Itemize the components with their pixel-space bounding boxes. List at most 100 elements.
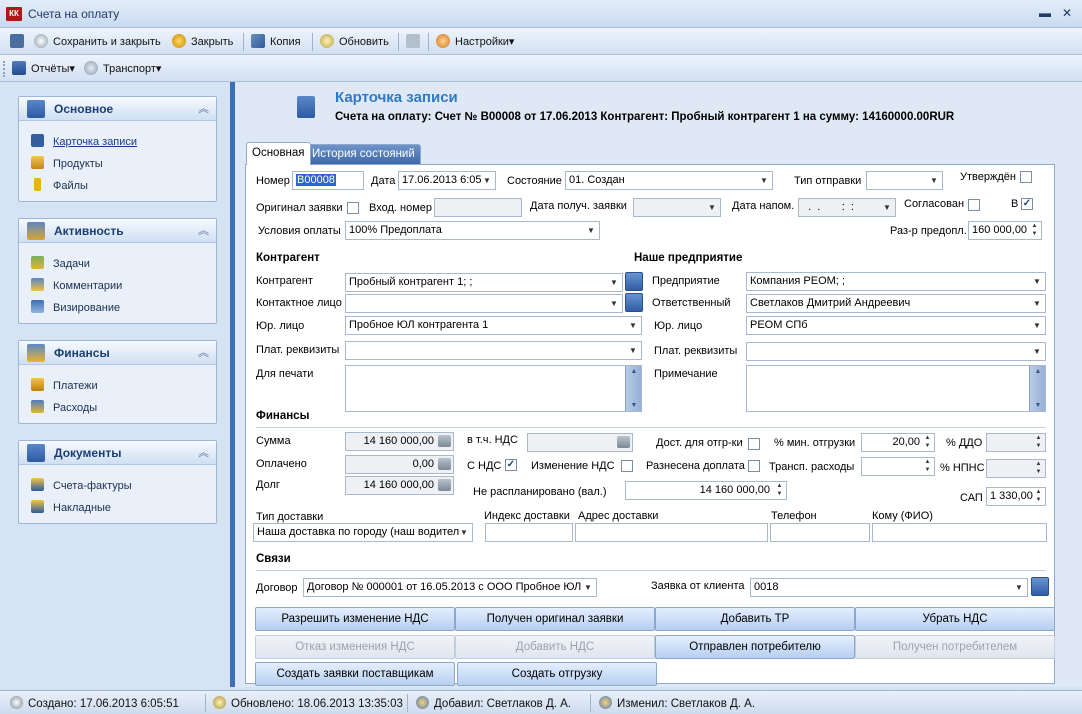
chevron-down-icon[interactable]: ▼ <box>881 199 893 216</box>
save-and-close-button[interactable]: Сохранить и закрыть <box>34 33 161 51</box>
chevron-down-icon[interactable]: ▼ <box>627 342 639 359</box>
save-disk-button[interactable] <box>10 33 29 51</box>
received-by-consumer-button[interactable]: Получен потребителем <box>855 635 1055 659</box>
chevron-down-icon[interactable]: ▼ <box>627 317 639 334</box>
nav-item-products[interactable]: Продукты <box>31 155 103 173</box>
spin-arrows-icon[interactable]: ▲ ▼ <box>1033 434 1044 450</box>
v-checkbox[interactable]: ✓ <box>1021 198 1033 210</box>
min-shipment-field[interactable]: 20,00 ▲ ▼ <box>861 433 935 452</box>
copy-button[interactable]: Копия <box>251 33 301 51</box>
nav-item-payments[interactable]: Платежи <box>31 377 98 395</box>
address-field[interactable] <box>575 523 768 542</box>
original-received-button[interactable]: Получен оригинал заявки <box>455 607 655 631</box>
chevron-down-icon[interactable]: ▼ <box>706 199 718 216</box>
vat-included-field[interactable] <box>527 433 633 452</box>
calculator-icon[interactable] <box>438 479 451 491</box>
phone-field[interactable] <box>770 523 870 542</box>
note-memo[interactable]: ▲ ▼ <box>746 365 1046 412</box>
sum-field[interactable]: 14 160 000,00 <box>345 432 454 451</box>
paid-field[interactable]: 0,00 <box>345 455 454 474</box>
client-request-select[interactable]: 0018 ▼ <box>750 578 1028 597</box>
payment-terms-select[interactable]: 100% Предоплата ▼ <box>345 221 600 240</box>
contact-select[interactable]: ▼ <box>345 294 623 313</box>
create-shipment-button[interactable]: Создать отгрузку <box>457 662 657 686</box>
ddo-field[interactable]: ▲ ▼ <box>986 433 1046 452</box>
create-supplier-requests-button[interactable]: Создать заявки поставщикам <box>255 662 455 686</box>
tab-main[interactable]: Основная <box>246 142 311 165</box>
nav-group-header[interactable]: Документы ︽ <box>19 441 216 465</box>
nav-item-approval[interactable]: Визирование <box>31 299 120 317</box>
responsible-select[interactable]: Светлаков Дмитрий Андреевич ▼ <box>746 294 1046 313</box>
spin-arrows-icon[interactable]: ▲ ▼ <box>1033 460 1044 476</box>
sent-to-consumer-button[interactable]: Отправлен потребителю <box>655 635 855 659</box>
with-vat-checkbox[interactable]: ✓ <box>505 459 517 471</box>
nav-item-record-card[interactable]: Карточка записи <box>31 133 137 151</box>
chevron-down-icon[interactable]: ▼ <box>608 295 620 312</box>
chevron-down-icon[interactable]: ▼ <box>758 172 770 189</box>
contact-lookup-button[interactable] <box>625 293 643 312</box>
collapse-chevron-icon[interactable]: ︽ <box>198 444 209 460</box>
client-request-lookup-button[interactable] <box>1031 577 1049 596</box>
calculator-icon[interactable] <box>617 436 630 448</box>
scrollbar[interactable]: ▲ ▼ <box>625 366 641 411</box>
contract-select[interactable]: Договор № 000001 от 16.05.2013 с ООО Про… <box>303 578 597 597</box>
ship-allowed-checkbox[interactable] <box>748 438 760 450</box>
chevron-down-icon[interactable]: ▼ <box>585 222 597 239</box>
chevron-down-icon[interactable]: ▼ <box>1031 273 1043 290</box>
spin-arrows-icon[interactable]: ▲ ▼ <box>922 458 933 474</box>
chevron-down-icon[interactable]: ▼ <box>458 524 470 541</box>
calculator-icon[interactable] <box>438 435 451 447</box>
close-record-button[interactable]: Закрыть <box>172 33 233 51</box>
reminder-date-field[interactable]: . . : : ▼ <box>798 198 896 217</box>
add-tr-button[interactable]: Добавить ТР <box>655 607 855 631</box>
add-vat-button[interactable]: Добавить НДС <box>455 635 655 659</box>
vat-change-checkbox[interactable] <box>621 460 633 472</box>
orig-request-checkbox[interactable] <box>347 202 359 214</box>
approved-checkbox[interactable] <box>1020 171 1032 183</box>
chevron-down-icon[interactable]: ▼ <box>481 172 493 189</box>
nav-item-invoices[interactable]: Счета-фактуры <box>31 477 132 495</box>
nav-group-header[interactable]: Основное ︽ <box>19 97 216 121</box>
chevron-down-icon[interactable]: ▼ <box>1031 317 1043 334</box>
spin-arrows-icon[interactable]: ▲ ▼ <box>1029 222 1040 238</box>
chevron-down-icon[interactable]: ▼ <box>1031 343 1043 360</box>
nav-item-comments[interactable]: Комментарии <box>31 277 122 295</box>
nav-item-waybills[interactable]: Накладные <box>31 499 111 517</box>
legal-entity-right-select[interactable]: РЕОМ СПб ▼ <box>746 316 1046 335</box>
surcharge-checkbox[interactable] <box>748 460 760 472</box>
nav-item-expenses[interactable]: Расходы <box>31 399 97 417</box>
spin-arrows-icon[interactable]: ▲ ▼ <box>774 482 785 498</box>
settings-menu[interactable]: Настройки▾ <box>436 33 514 51</box>
state-select[interactable]: 01. Создан ▼ <box>565 171 773 190</box>
remove-vat-button[interactable]: Убрать НДС <box>855 607 1055 631</box>
agreed-checkbox[interactable] <box>968 199 980 211</box>
minimize-button[interactable]: ▬ <box>1036 4 1054 22</box>
transport-cost-field[interactable]: ▲ ▼ <box>861 457 935 476</box>
collapse-chevron-icon[interactable]: ︽ <box>198 222 209 238</box>
company-select[interactable]: Компания РЕОМ; ; ▼ <box>746 272 1046 291</box>
recipient-field[interactable] <box>872 523 1047 542</box>
deny-vat-change-button[interactable]: Отказ изменения НДС <box>255 635 455 659</box>
refresh-button[interactable]: Обновить <box>320 33 389 51</box>
scrollbar[interactable]: ▲ ▼ <box>1029 366 1045 411</box>
npns-field[interactable]: ▲ ▼ <box>986 459 1046 478</box>
nav-group-header[interactable]: Финансы ︽ <box>19 341 216 365</box>
nav-item-tasks[interactable]: Задачи <box>31 255 90 273</box>
allow-vat-change-button[interactable]: Разрешить изменение НДС <box>255 607 455 631</box>
tab-state-history[interactable]: История состояний <box>306 144 421 164</box>
postcode-field[interactable] <box>485 523 573 542</box>
counterparty-select[interactable]: Пробный контрагент 1; ; ▼ <box>345 273 623 292</box>
number-field[interactable]: В00008 <box>292 171 364 190</box>
unplanned-field[interactable]: 14 160 000,00 ▲ ▼ <box>625 481 787 500</box>
upload-button[interactable] <box>406 33 425 51</box>
transport-menu[interactable]: Транспорт▾ <box>84 60 161 78</box>
collapse-chevron-icon[interactable]: ︽ <box>198 100 209 116</box>
collapse-chevron-icon[interactable]: ︽ <box>198 344 209 360</box>
nav-item-files[interactable]: Файлы <box>31 177 88 195</box>
debt-field[interactable]: 14 160 000,00 <box>345 476 454 495</box>
spin-arrows-icon[interactable]: ▲ ▼ <box>1033 488 1044 504</box>
pay-requisites-right-select[interactable]: ▼ <box>746 342 1046 361</box>
delivery-type-select[interactable]: Наша доставка по городу (наш водител ▼ <box>253 523 473 542</box>
spin-arrows-icon[interactable]: ▲ ▼ <box>922 434 933 450</box>
for-print-memo[interactable]: ▲ ▼ <box>345 365 642 412</box>
